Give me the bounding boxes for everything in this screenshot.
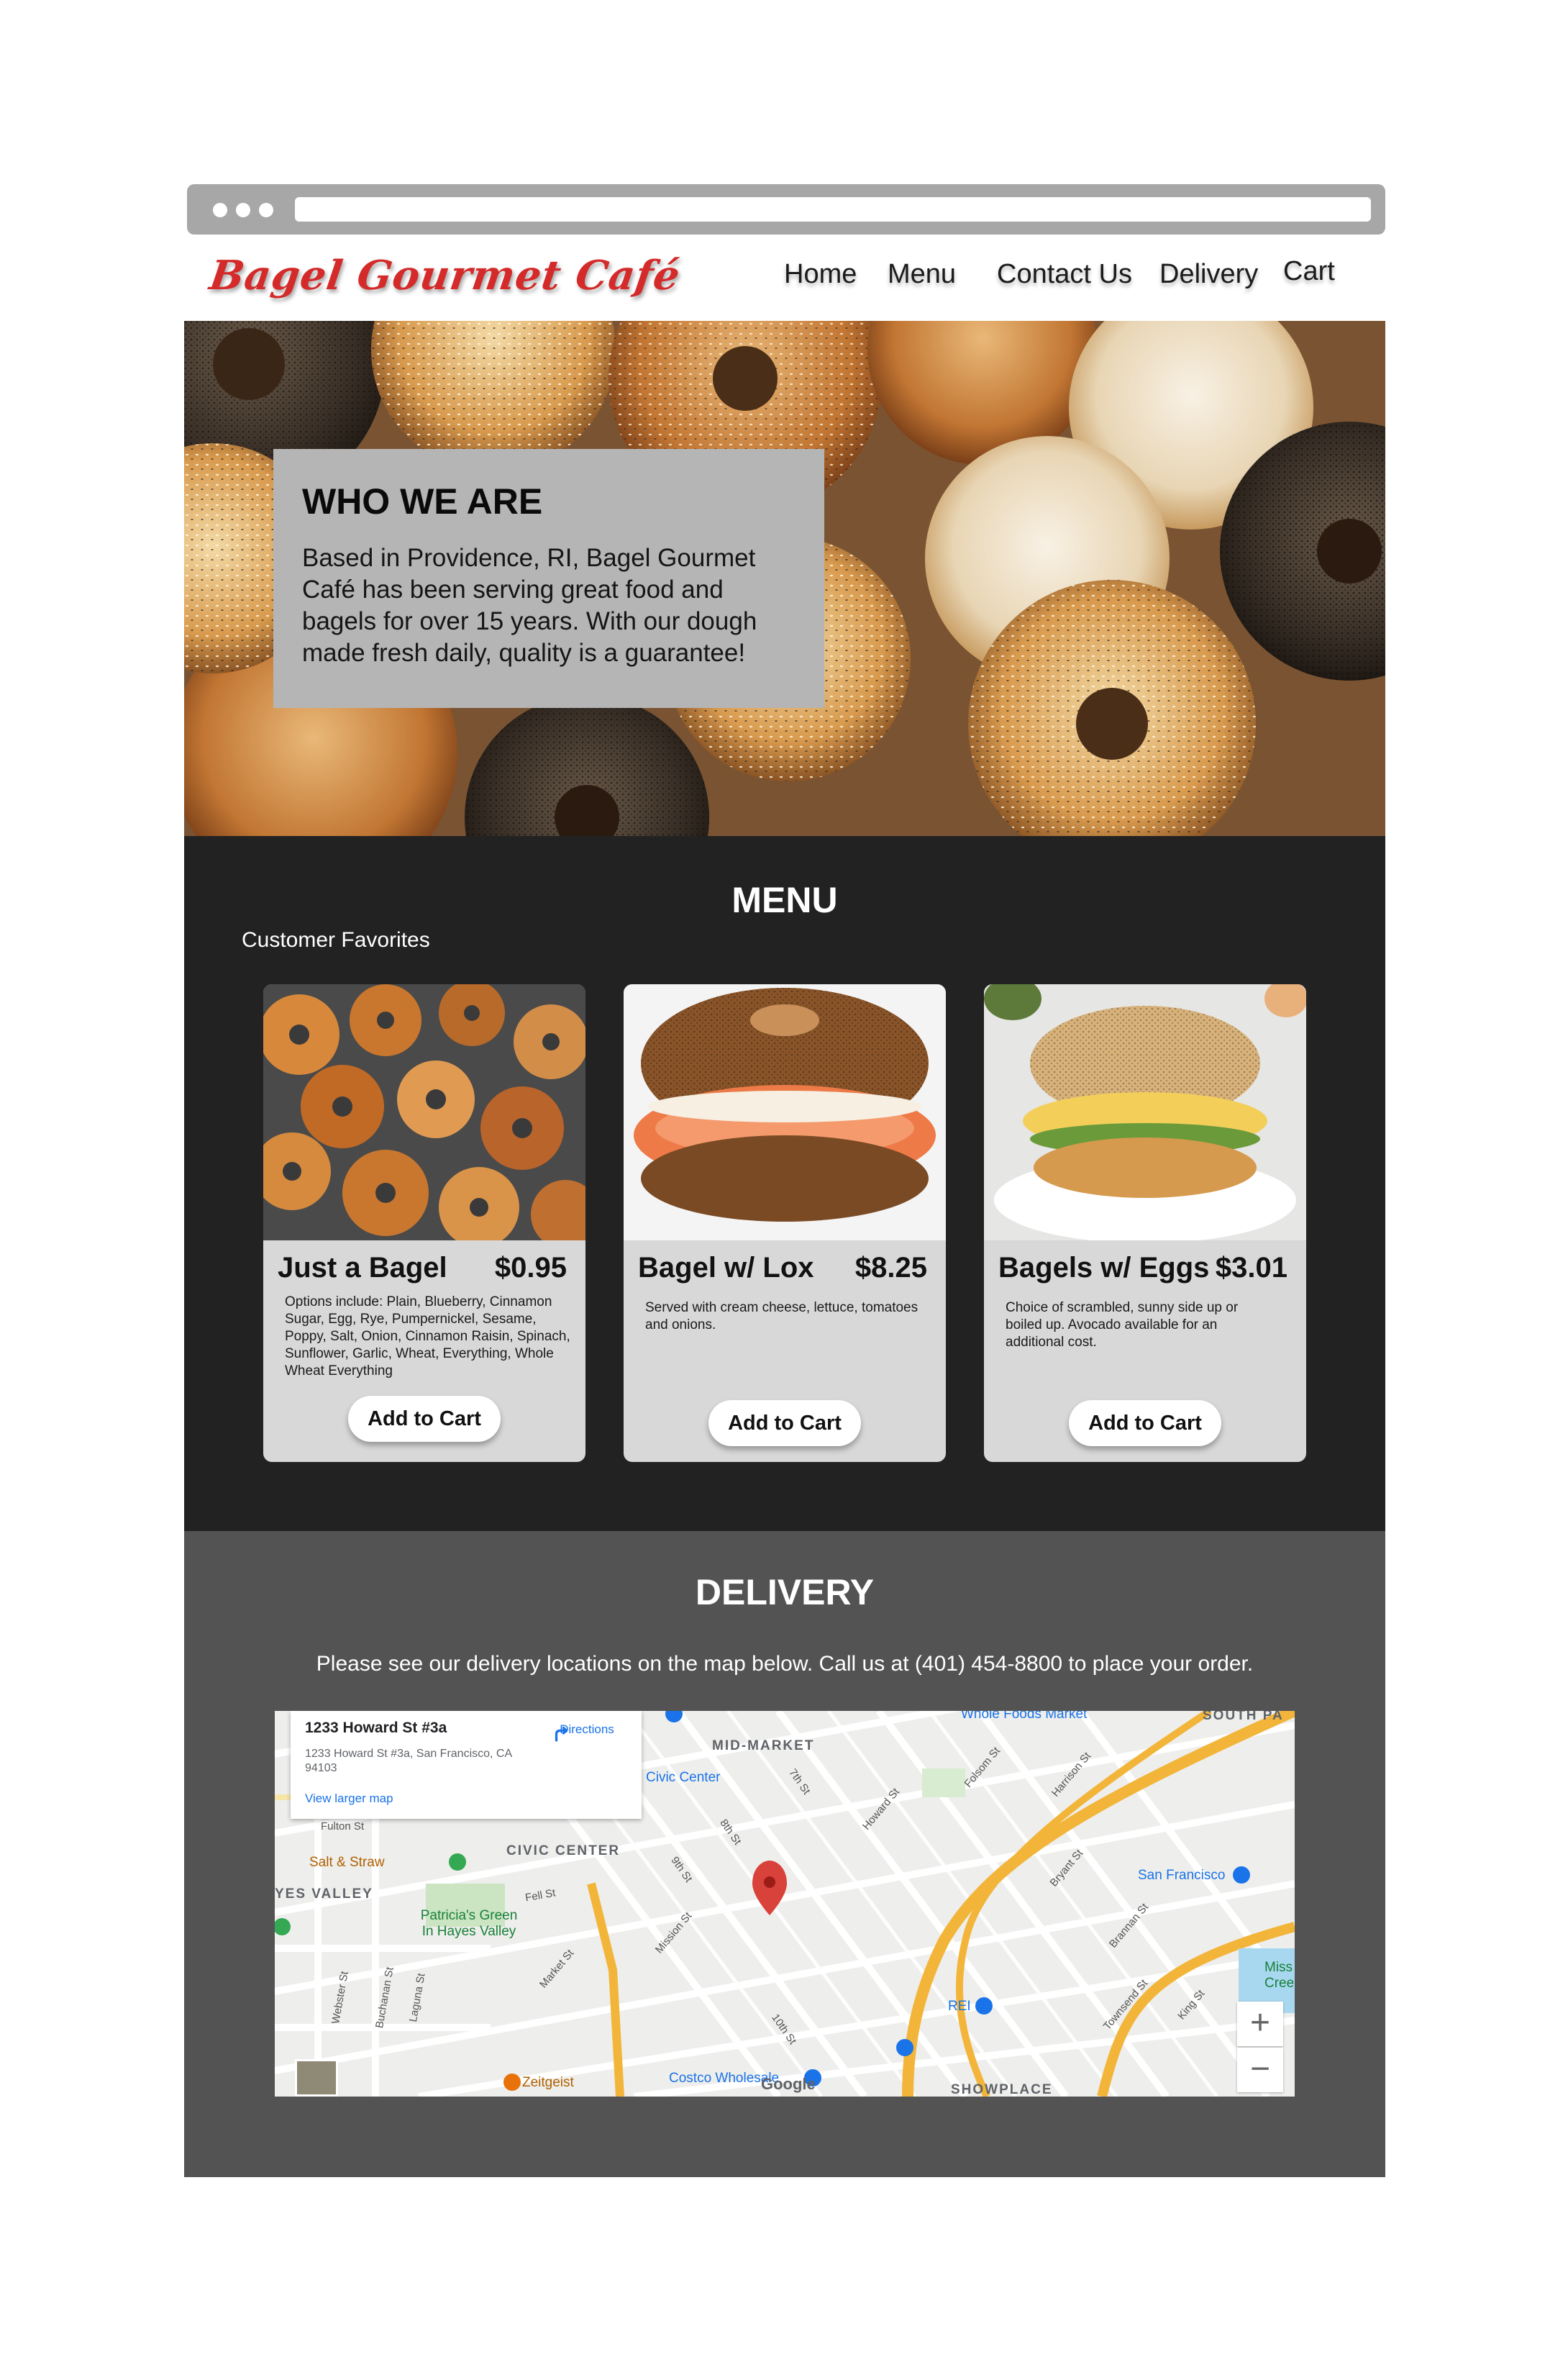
menu-item-description: Served with cream cheese, lettuce, tomat… [645, 1300, 919, 1332]
delivery-section: DELIVERY Please see our delivery locatio… [184, 1531, 1385, 2177]
map-layer-thumbnail[interactable] [295, 2059, 338, 2097]
menu-card: Just a Bagel $0.95 Options include: Plai… [263, 984, 585, 1462]
map-place-address: 1233 Howard St #3a, San Francisco, CA 94… [305, 1748, 512, 1774]
google-attribution: Google [761, 2075, 816, 2093]
bagel-lox-image [624, 984, 946, 1240]
delivery-text: Please see our delivery locations on the… [316, 1652, 1254, 1676]
nav-cart[interactable]: Cart [1283, 256, 1335, 287]
map-poi-label[interactable]: REI [948, 1999, 971, 2015]
map-neighborhood-label: CIVIC CENTER [506, 1843, 621, 1858]
window-dot[interactable] [213, 203, 227, 217]
who-we-are-heading: WHO WE ARE [302, 481, 543, 522]
map-neighborhood-label: SOUTH PA [1203, 1711, 1284, 1723]
directions-button[interactable]: Directions [551, 1722, 623, 1742]
menu-item-name: Bagels w/ Eggs [998, 1252, 1210, 1284]
menu-section: MENU Customer Favorites Just a Bagel $0.… [184, 836, 1385, 1531]
menu-item-description: Options include: Plain, Blueberry, Cinna… [285, 1294, 570, 1379]
bagel-eggs-image [984, 984, 1306, 1240]
map-poi-label[interactable]: Patricia's Green In Hayes Valley [419, 1908, 519, 1940]
menu-item-name: Just a Bagel [278, 1252, 447, 1284]
add-to-cart-button[interactable]: Add to Cart [708, 1400, 861, 1446]
map-neighborhood-label: SHOWPLACE [951, 2082, 1053, 2097]
menu-item-name: Bagel w/ Lox [638, 1252, 814, 1284]
map-poi-label[interactable]: Salt & Straw [309, 1855, 385, 1871]
view-larger-map-link[interactable]: View larger map [305, 1791, 627, 1806]
nav-delivery[interactable]: Delivery [1159, 259, 1258, 290]
menu-item-description: Choice of scrambled, sunny side up or bo… [1006, 1300, 1239, 1350]
map-poi-label[interactable]: Zeitgeist [522, 2075, 574, 2091]
menu-item-price: $0.95 [494, 1252, 567, 1284]
nav-home[interactable]: Home [784, 259, 857, 290]
map-poi-label[interactable]: Civic Center [646, 1770, 720, 1786]
directions-icon [555, 1726, 568, 1742]
site-header: Bagel Gourmet Café Home Menu Contact Us … [184, 235, 1385, 321]
menu-item-price: $8.25 [854, 1252, 927, 1284]
site-logo[interactable]: Bagel Gourmet Café [206, 252, 683, 299]
add-to-cart-button[interactable]: Add to Cart [348, 1396, 501, 1442]
map-poi-label[interactable]: San Francisco [1138, 1868, 1225, 1884]
assorted-bagels-image [263, 984, 585, 1240]
delivery-heading: DELIVERY [695, 1572, 875, 1612]
add-to-cart-button[interactable]: Add to Cart [1069, 1400, 1221, 1446]
menu-item-price: $3.01 [1215, 1252, 1287, 1284]
zoom-in-button[interactable]: + [1237, 2002, 1283, 2046]
who-we-are-text: Based in Providence, RI, Bagel Gourmet C… [302, 544, 757, 667]
delivery-map[interactable]: MID-MARKET CIVIC CENTER YES VALLEY SOUTH… [275, 1711, 1295, 2097]
map-poi-label[interactable]: Miss Creek [1264, 1960, 1295, 1992]
window-dot[interactable] [236, 203, 250, 217]
menu-heading: MENU [731, 880, 838, 920]
hero-section: WHO WE ARE Based in Providence, RI, Bage… [184, 321, 1385, 836]
address-bar[interactable] [295, 197, 1371, 222]
menu-card: Bagel w/ Lox $8.25 Served with cream che… [624, 984, 946, 1462]
map-poi-label[interactable]: Whole Foods Market [961, 1711, 1087, 1722]
map-neighborhood-label: YES VALLEY [275, 1886, 373, 1902]
window-dot[interactable] [259, 203, 273, 217]
customer-favorites-label: Customer Favorites [242, 928, 430, 952]
browser-chrome [187, 184, 1385, 235]
zoom-out-button[interactable]: − [1237, 2048, 1283, 2092]
map-street-label: Fulton St [321, 1820, 365, 1833]
map-neighborhood-label: MID-MARKET [712, 1738, 815, 1753]
nav-contact-us[interactable]: Contact Us [997, 259, 1132, 290]
nav-menu[interactable]: Menu [888, 259, 956, 290]
map-place-card: 1233 Howard St #3a 1233 Howard St #3a, S… [291, 1711, 642, 1819]
menu-card: Bagels w/ Eggs $3.01 Choice of scrambled… [984, 984, 1306, 1462]
who-we-are-box: WHO WE ARE Based in Providence, RI, Bage… [273, 449, 824, 708]
